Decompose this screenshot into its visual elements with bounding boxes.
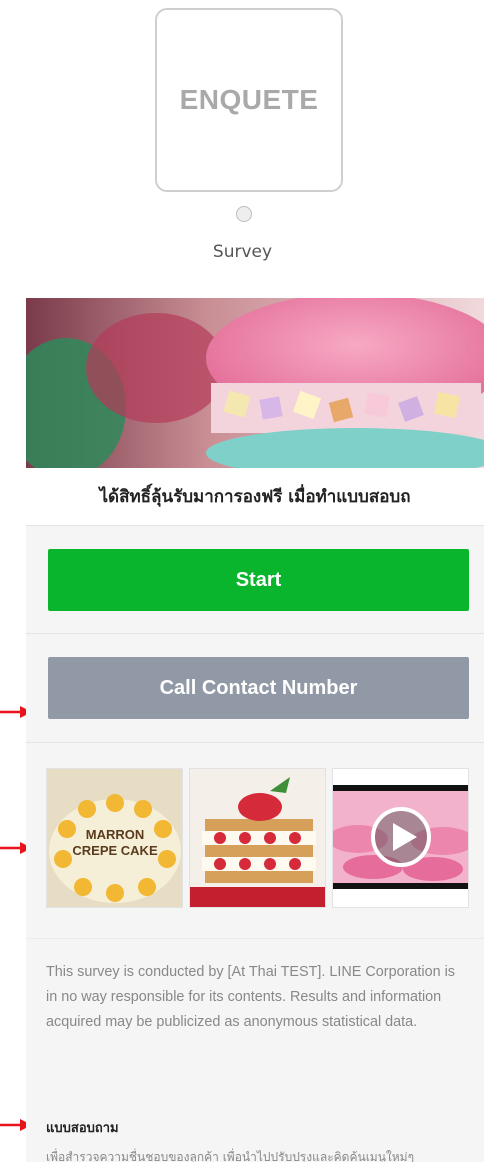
survey-card: ได้สิทธิ์ลุ้นรับมาการองฟรี เมื่อทำแบบสอบ… xyxy=(26,298,484,1162)
start-section: Start xyxy=(26,527,484,634)
cake-caption-line1: MARRON xyxy=(86,827,145,842)
section-description: เพื่อสำรวจความชื่นชอบของลูกค้า เพื่อนำไป… xyxy=(46,1150,415,1162)
play-icon[interactable] xyxy=(371,807,431,867)
enquete-tile-label: ENQUETE xyxy=(179,84,319,115)
radio-button[interactable] xyxy=(236,206,252,222)
survey-headline: ได้สิทธิ์ลุ้นรับมาการองฟรี เมื่อทำแบบสอบ… xyxy=(99,487,411,507)
divider xyxy=(26,938,484,939)
call-section: Call Contact Number xyxy=(26,635,484,743)
survey-caption: Survey xyxy=(212,242,273,262)
enquete-tile[interactable]: ENQUETE xyxy=(155,8,343,192)
thumbnail-video[interactable] xyxy=(332,768,469,908)
media-thumbnails: MARRON CREPE CAKE xyxy=(46,768,470,908)
section-title: แบบสอบถาม xyxy=(46,1121,119,1136)
hero-image xyxy=(26,298,484,468)
thumbnail-millefeuille[interactable] xyxy=(189,768,326,908)
start-button[interactable]: Start xyxy=(48,549,469,611)
disclaimer-text: This survey is conducted by [At Thai TES… xyxy=(46,964,455,1030)
headline-section: ได้สิทธิ์ลุ้นรับมาการองฟรี เมื่อทำแบบสอบ… xyxy=(26,468,484,526)
thumbnail-cake[interactable]: MARRON CREPE CAKE xyxy=(46,768,183,908)
cake-caption-line2: CREPE CAKE xyxy=(72,843,158,858)
call-contact-button[interactable]: Call Contact Number xyxy=(48,657,469,719)
